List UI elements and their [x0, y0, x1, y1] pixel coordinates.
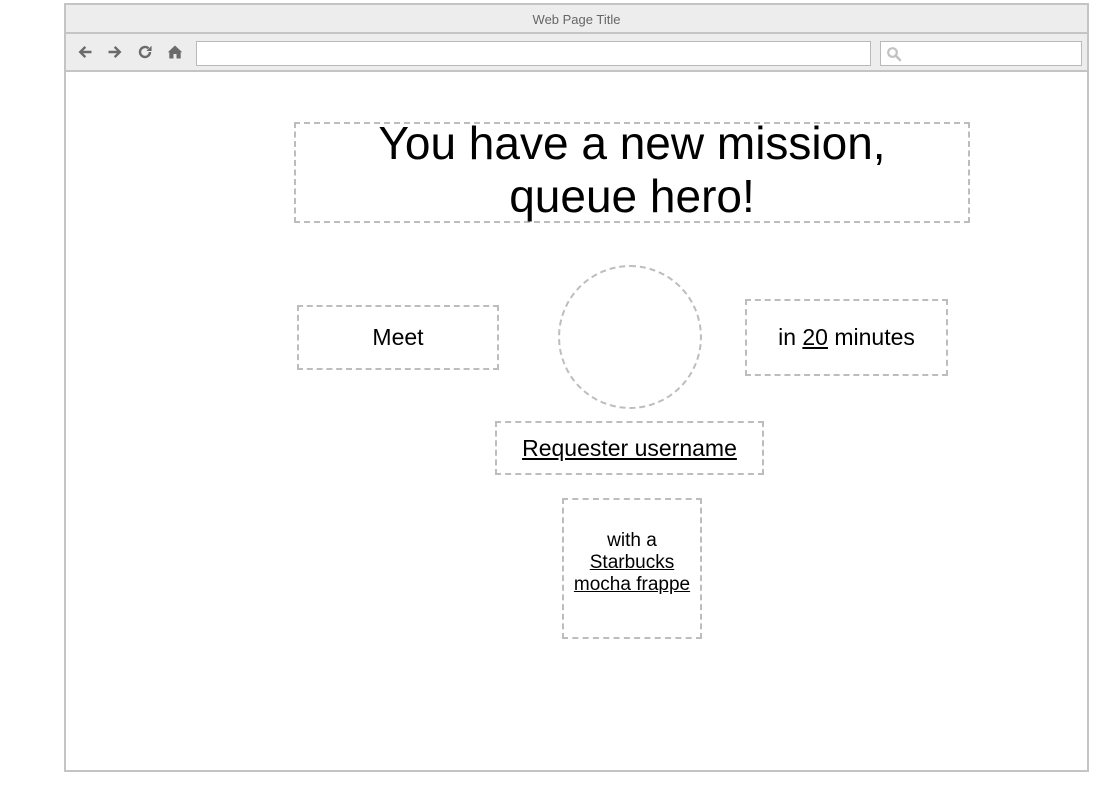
requester-username-box: Requester username: [495, 421, 764, 475]
meet-label: Meet: [372, 324, 424, 350]
window-title-bar: Web Page Title: [66, 5, 1087, 34]
search-input[interactable]: [905, 42, 1079, 65]
reload-icon[interactable]: [134, 41, 156, 63]
heading-line-2: queue hero!: [509, 169, 755, 222]
meet-label-box: Meet: [297, 305, 499, 370]
home-icon[interactable]: [164, 41, 186, 63]
time-box: in 20 minutes: [745, 299, 948, 376]
window-title: Web Page Title: [532, 12, 621, 27]
address-bar[interactable]: [196, 41, 871, 66]
forward-arrow-icon[interactable]: [104, 41, 126, 63]
time-value-link[interactable]: 20: [802, 324, 828, 351]
drink-link-line-2[interactable]: mocha frappe: [574, 574, 690, 596]
heading-line-1: You have a new mission,: [378, 116, 886, 169]
requester-username-link[interactable]: Requester username: [522, 435, 737, 462]
search-icon: [886, 46, 902, 62]
browser-toolbar: [66, 34, 1087, 72]
search-box[interactable]: [880, 41, 1082, 66]
drink-box: with a Starbucks mocha frappe: [562, 498, 702, 639]
drink-link-line-1[interactable]: Starbucks: [590, 552, 674, 574]
time-prefix: in: [778, 324, 803, 350]
requester-avatar: [558, 265, 702, 409]
mission-heading: You have a new mission, queue hero!: [294, 117, 970, 223]
drink-prefix: with a: [607, 529, 657, 551]
time-suffix: minutes: [827, 324, 915, 350]
back-arrow-icon[interactable]: [74, 41, 96, 63]
